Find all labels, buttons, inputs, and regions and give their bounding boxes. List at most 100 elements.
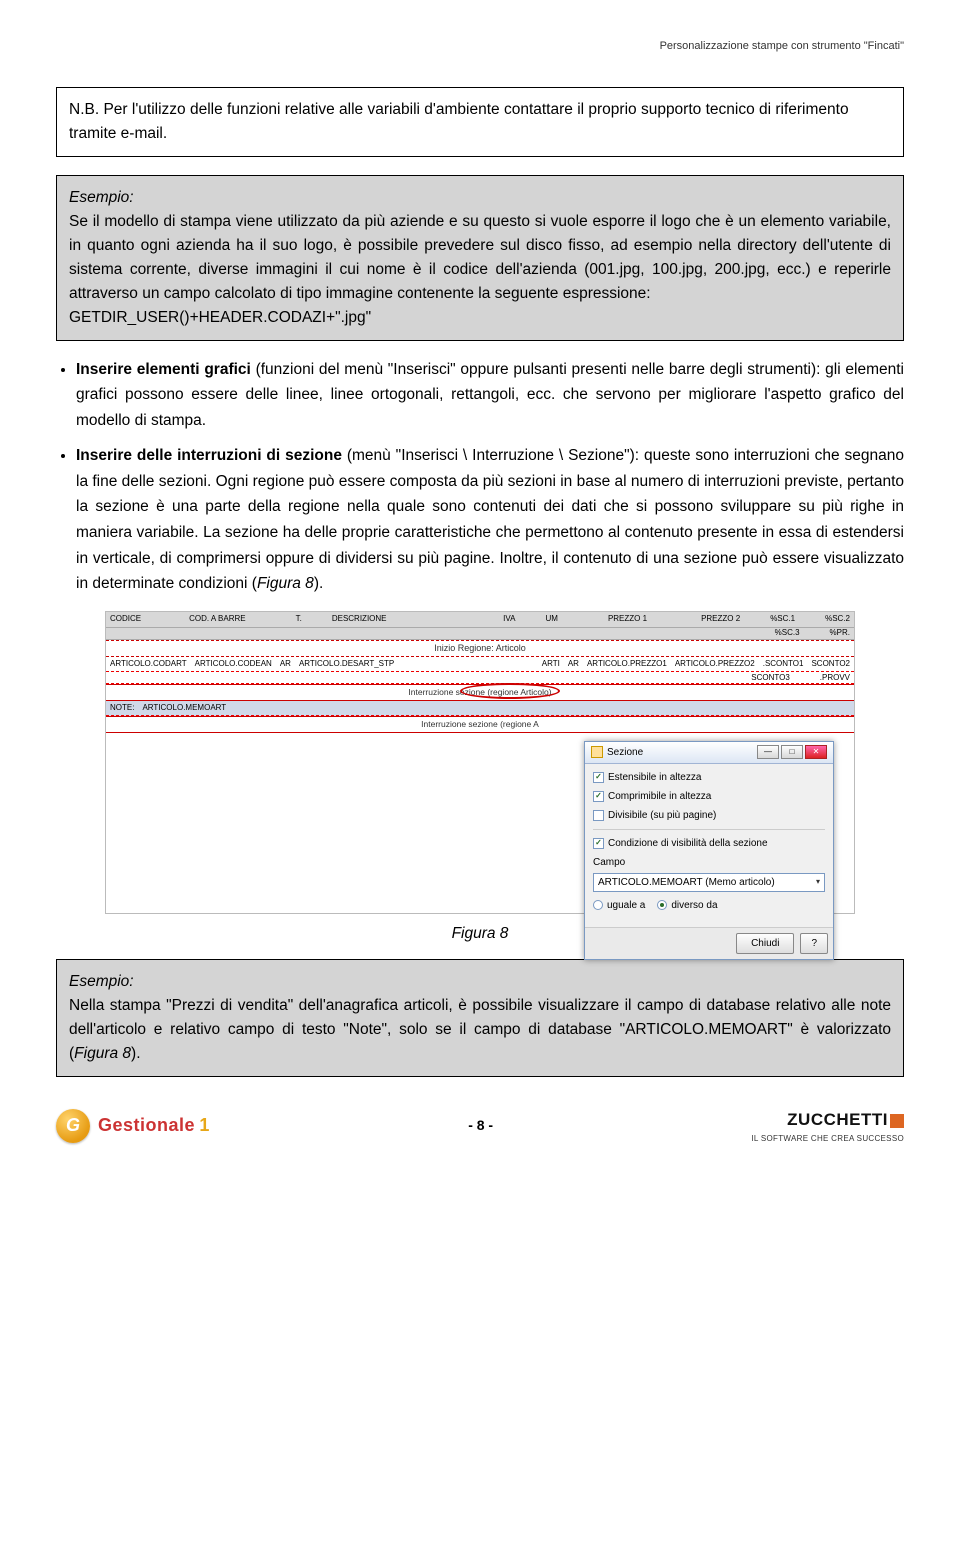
figure-container: CODICE COD. A BARRE T. DESCRIZIONE IVA U…: [56, 611, 904, 914]
brand-square-icon: [890, 1114, 904, 1128]
blank-area: Sezione — □ ✕ Estensibile in altezza: [106, 733, 854, 913]
separator: [593, 829, 825, 830]
esempio-box-1: Esempio: Se il modello di stampa viene u…: [56, 175, 904, 341]
hdr-cell: DESCRIZIONE: [332, 613, 387, 625]
section-properties-dialog[interactable]: Sezione — □ ✕ Estensibile in altezza: [584, 741, 834, 960]
checkbox-row[interactable]: Comprimibile in altezza: [593, 789, 825, 804]
radio-icon[interactable]: [593, 900, 603, 910]
page-number: - 8 -: [468, 1115, 493, 1136]
hdr-cell: %SC.2: [825, 613, 850, 625]
layout-data-row-2: SCONTO3 .PROVV: [106, 672, 854, 684]
bullet-item-1: Inserire elementi grafici (funzioni del …: [76, 357, 904, 434]
bullet-2-end: ).: [314, 575, 323, 592]
brand-name: ZUCCHETTI: [787, 1110, 888, 1129]
checkbox-icon[interactable]: [593, 791, 604, 802]
logo-text: Gestionale: [98, 1115, 195, 1135]
app-screenshot: CODICE COD. A BARRE T. DESCRIZIONE IVA U…: [105, 611, 855, 914]
field: .PROVV: [820, 672, 850, 684]
dialog-titlebar[interactable]: Sezione — □ ✕: [585, 742, 833, 764]
layout-header-row-2: %SC.3 %PR.: [106, 628, 854, 640]
doc-header: Personalizzazione stampe con strumento "…: [56, 38, 904, 55]
bullet-2-text: (menù "Inserisci \ Interruzione \ Sezion…: [76, 447, 904, 592]
radio-label: diverso da: [671, 898, 717, 913]
hdr-cell: CODICE: [110, 613, 141, 625]
field: SCONTO2: [811, 658, 850, 670]
field: .SCONTO1: [763, 658, 804, 670]
bullet-list: Inserire elementi grafici (funzioni del …: [56, 357, 904, 597]
bullet-2-fig: Figura 8: [257, 575, 314, 592]
close-button[interactable]: ✕: [805, 745, 827, 759]
checkbox-row[interactable]: Estensibile in altezza: [593, 770, 825, 785]
field-combo[interactable]: ARTICOLO.MEMOART (Memo articolo) ▾: [593, 873, 825, 892]
field: ARTICOLO.CODEAN: [195, 658, 272, 670]
gestionale-logo: G Gestionale 1: [56, 1109, 210, 1143]
chevron-down-icon: ▾: [816, 876, 820, 888]
maximize-button[interactable]: □: [781, 745, 803, 759]
bullet-item-2: Inserire delle interruzioni di sezione (…: [76, 443, 904, 596]
section-break-2: Interruzione sezione (regione A: [106, 716, 854, 733]
note-row: NOTE: ARTICOLO.MEMOART: [106, 701, 854, 716]
hdr-cell: IVA: [503, 613, 515, 625]
checkbox-label: Estensibile in altezza: [608, 770, 701, 785]
field: ARTI: [542, 658, 560, 670]
note-field: ARTICOLO.MEMOART: [142, 702, 226, 714]
g1-badge-icon: G: [56, 1109, 90, 1143]
esempio-end: ).: [131, 1045, 140, 1062]
nb-text: N.B. Per l'utilizzo delle funzioni relat…: [69, 101, 849, 142]
esempio-label: Esempio:: [69, 970, 891, 994]
field: AR: [568, 658, 579, 670]
esempio-fig-ref: Figura 8: [74, 1045, 131, 1062]
dialog-title: Sezione: [607, 745, 643, 760]
checkbox-row[interactable]: Condizione di visibilità della sezione: [593, 836, 825, 851]
esempio-text: Se il modello di stampa viene utilizzato…: [69, 210, 891, 306]
brand-tagline: IL SOFTWARE CHE CREA SUCCESSO: [751, 1133, 904, 1145]
radio-group: uguale a diverso da: [593, 898, 825, 913]
checkbox-icon[interactable]: [593, 810, 604, 821]
section-break-text: Interruzione sezione (regione Articolo): [408, 687, 551, 697]
layout-data-row: ARTICOLO.CODART ARTICOLO.CODEAN AR ARTIC…: [106, 657, 854, 672]
chiudi-button[interactable]: Chiudi: [736, 933, 794, 954]
hdr-cell: PREZZO 1: [608, 613, 647, 625]
combo-value: ARTICOLO.MEMOART (Memo articolo): [598, 875, 775, 890]
logo-one: 1: [199, 1115, 210, 1135]
bullet-1-bold: Inserire elementi grafici: [76, 361, 251, 378]
checkbox-icon[interactable]: [593, 838, 604, 849]
field: ARTICOLO.DESART_STP: [299, 658, 394, 670]
dialog-body: Estensibile in altezza Comprimibile in a…: [585, 764, 833, 927]
dialog-footer: Chiudi ?: [585, 927, 833, 959]
hdr-cell: %SC.1: [770, 613, 795, 625]
field: AR: [280, 658, 291, 670]
radio-option[interactable]: diverso da: [657, 898, 717, 913]
section-break-1: Interruzione sezione (regione Articolo): [106, 684, 854, 701]
region-start-label: Inizio Regione: Articolo: [106, 640, 854, 658]
esempio-box-2: Esempio: Nella stampa "Prezzi di vendita…: [56, 959, 904, 1077]
esempio-text: Nella stampa "Prezzi di vendita" dell'an…: [69, 997, 891, 1062]
help-button[interactable]: ?: [800, 933, 828, 954]
hdr-cell: %SC.3: [775, 627, 800, 639]
radio-option[interactable]: uguale a: [593, 898, 645, 913]
radio-label: uguale a: [607, 898, 645, 913]
checkbox-label: Comprimibile in altezza: [608, 789, 711, 804]
hdr-cell: PREZZO 2: [701, 613, 740, 625]
hdr-cell: T.: [296, 613, 302, 625]
checkbox-label: Condizione di visibilità della sezione: [608, 836, 768, 851]
hdr-cell: UM: [545, 613, 557, 625]
nb-note-box: N.B. Per l'utilizzo delle funzioni relat…: [56, 87, 904, 157]
esempio-code: GETDIR_USER()+HEADER.CODAZI+".jpg": [69, 306, 891, 330]
field: ARTICOLO.CODART: [110, 658, 187, 670]
minimize-button[interactable]: —: [757, 745, 779, 759]
field: SCONTO3: [751, 672, 790, 684]
esempio-label: Esempio:: [69, 186, 891, 210]
field-label: Campo: [593, 855, 825, 870]
dialog-icon: [591, 746, 603, 758]
checkbox-label: Divisibile (su più pagine): [608, 808, 716, 823]
note-label: NOTE:: [110, 702, 134, 714]
checkbox-icon[interactable]: [593, 772, 604, 783]
field: ARTICOLO.PREZZO1: [587, 658, 667, 670]
radio-icon[interactable]: [657, 900, 667, 910]
hdr-cell: %PR.: [830, 627, 850, 639]
field: ARTICOLO.PREZZO2: [675, 658, 755, 670]
checkbox-row[interactable]: Divisibile (su più pagine): [593, 808, 825, 823]
page-footer: G Gestionale 1 - 8 - ZUCCHETTI IL SOFTWA…: [56, 1107, 904, 1145]
zucchetti-logo: ZUCCHETTI IL SOFTWARE CHE CREA SUCCESSO: [751, 1107, 904, 1145]
